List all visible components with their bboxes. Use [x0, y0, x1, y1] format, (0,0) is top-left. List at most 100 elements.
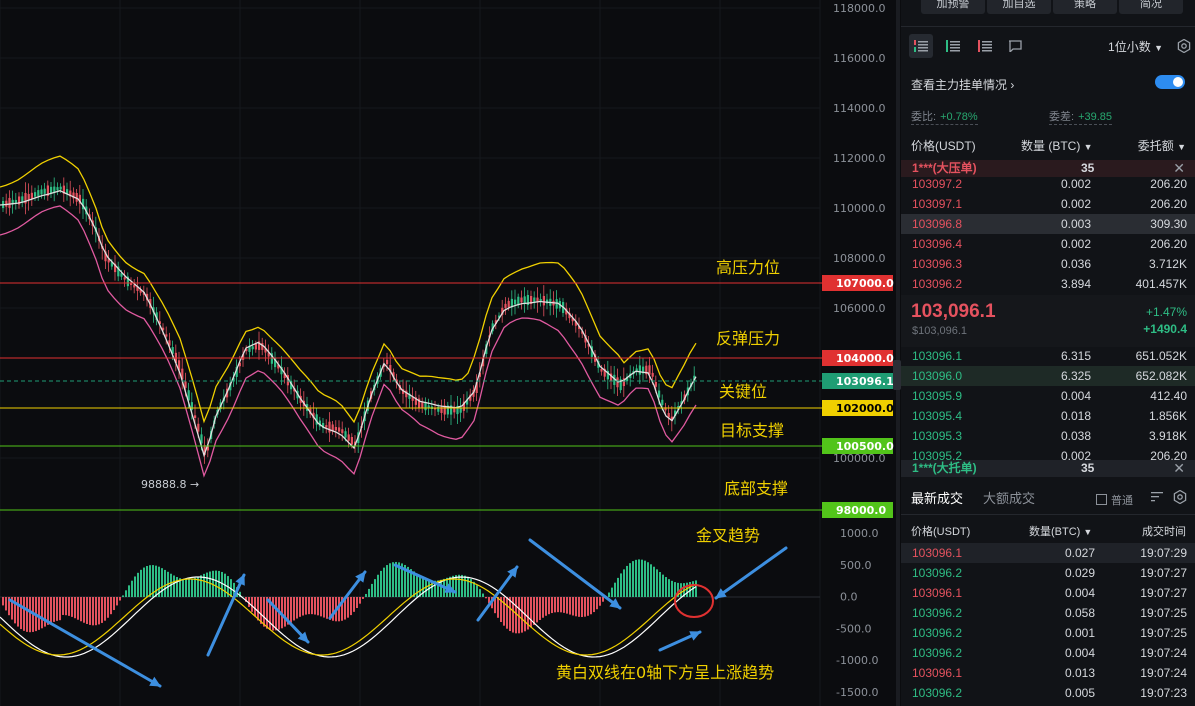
macd-axis-label: -1500.0 — [836, 686, 878, 699]
svg-text:103096.1: 103096.1 — [836, 375, 894, 388]
y-axis-label: 106000.0 — [833, 302, 886, 315]
price-chart[interactable]: 高压力位 反弹压力 关键位 目标支撑 底部支撑 金叉趋势 黄白双线在0轴下方呈上… — [0, 0, 896, 706]
ask-row[interactable]: 103096.3 0.036 3.712K — [901, 254, 1195, 274]
annotation-key-level: 关键位 — [719, 382, 767, 401]
y-axis-label: 108000.0 — [833, 252, 886, 265]
normal-checkbox[interactable]: 普通 — [1096, 492, 1133, 508]
filter-icon[interactable] — [1151, 491, 1163, 506]
ask-price: 103096.4 — [912, 237, 963, 251]
ask-row[interactable]: 103096.2 3.894 401.457K — [901, 274, 1195, 294]
annotation-high-pressure: 高压力位 — [716, 258, 780, 277]
ask-row[interactable]: 103097.1 0.002 206.20 — [901, 194, 1195, 214]
commission-diff: 委差: +39.85 — [1049, 108, 1113, 125]
book-header-total-label: 委托额 — [1137, 139, 1174, 153]
trade-time: 19:07:29 — [1140, 546, 1187, 560]
ask-row[interactable]: 103097.2 0.002 206.20 — [901, 174, 1195, 194]
ask-price: 103096.8 — [912, 217, 963, 231]
svg-text:102000.0: 102000.0 — [836, 402, 894, 415]
trade-row: 103096.1 0.027 19:07:29 — [901, 543, 1195, 563]
divider-line — [901, 514, 1195, 515]
y-axis-label: 118000.0 — [833, 2, 886, 15]
bid-row[interactable]: 103095.9 0.004 412.40 — [901, 386, 1195, 406]
chevron-down-icon: ▼ — [1154, 43, 1163, 53]
big-bid-count: 35 — [1081, 461, 1095, 475]
book-bids-icon[interactable] — [941, 34, 965, 58]
annotation-bottom-support: 底部支撑 — [724, 479, 788, 498]
svg-text:98000.0: 98000.0 — [836, 504, 886, 517]
ratio-value: +0.78% — [940, 111, 978, 123]
overview-button[interactable]: 简况 — [1119, 0, 1183, 14]
last-price-block: 103,096.1 $103,096.1 +1.47% +1490.4 — [901, 295, 1195, 347]
decimal-selector[interactable]: 1位小数 ▼ — [1108, 38, 1163, 55]
svg-text:107000.0: 107000.0 — [836, 277, 894, 290]
ask-price: 103097.2 — [912, 177, 963, 191]
bid-total: 1.856K — [1148, 409, 1187, 423]
macd-axis-label: 1000.0 — [840, 527, 879, 540]
bid-qty: 0.018 — [1060, 409, 1091, 423]
trade-qty: 0.027 — [1064, 546, 1095, 560]
trade-time: 19:07:23 — [1140, 686, 1187, 700]
caret-down-icon: ▼ — [1083, 142, 1093, 152]
trade-header-time: 成交时间 — [1142, 526, 1186, 538]
ask-qty: 0.002 — [1060, 177, 1091, 191]
chevron-right-icon: › — [1010, 78, 1015, 92]
big-bid-bar[interactable]: 1***(大托单) 35 ✕ — [901, 460, 1195, 477]
bid-qty: 6.325 — [1060, 369, 1091, 383]
bid-row[interactable]: 103096.1 6.315 651.052K — [901, 346, 1195, 366]
main-orders-toggle[interactable] — [1155, 75, 1185, 89]
caret-down-icon: ▼ — [1083, 527, 1093, 537]
book-header-total[interactable]: 委托额 ▼ — [1138, 137, 1186, 154]
tab-latest-trades[interactable]: 最新成交 — [911, 488, 963, 507]
change-percent: +1.47% — [1145, 305, 1187, 319]
bid-row[interactable]: 103095.4 0.018 1.856K — [901, 406, 1195, 426]
chart-pane[interactable]: 高压力位 反弹压力 关键位 目标支撑 底部支撑 金叉趋势 黄白双线在0轴下方呈上… — [0, 0, 896, 706]
trade-qty: 0.004 — [1064, 646, 1095, 660]
settings-gear-icon[interactable] — [1177, 38, 1191, 56]
macd-axis-label: -500.0 — [836, 622, 871, 635]
trade-settings-icon[interactable] — [1173, 489, 1187, 507]
trade-qty: 0.005 — [1064, 686, 1095, 700]
top-button-row: 加预警 加自选 策略 简况 — [901, 0, 1195, 16]
ask-price: 103097.1 — [912, 197, 963, 211]
ask-qty: 0.002 — [1060, 197, 1091, 211]
price-tag: 102000.0 — [822, 400, 894, 416]
ask-qty: 0.002 — [1060, 237, 1091, 251]
annotation-golden-cross: 金叉趋势 — [696, 526, 760, 545]
strategy-button[interactable]: 策略 — [1053, 0, 1117, 14]
trade-header-qty[interactable]: 数量(BTC) ▼ — [1029, 523, 1092, 539]
trade-price: 103096.1 — [912, 666, 963, 680]
bid-qty: 0.004 — [1060, 389, 1091, 403]
main-orders-link[interactable]: 查看主力挂单情况 › — [911, 76, 1187, 93]
big-bid-label: 1***(大托单) — [912, 461, 977, 475]
low-price-marker: 98888.8 → — [141, 478, 199, 491]
book-asks-icon[interactable] — [973, 34, 997, 58]
trade-qty: 0.058 — [1064, 606, 1095, 620]
trade-header-price: 价格(USDT) — [911, 526, 971, 538]
macd-axis-label: 500.0 — [840, 559, 872, 572]
trade-price: 103096.2 — [912, 626, 963, 640]
ask-row[interactable]: 103096.8 0.003 309.30 — [901, 214, 1195, 234]
panel-divider[interactable] — [896, 0, 900, 706]
collapse-handle[interactable] — [893, 360, 901, 390]
depth-chart-icon[interactable] — [1003, 34, 1027, 58]
trade-qty: 0.013 — [1064, 666, 1095, 680]
price-tag: 104000.0 — [822, 350, 894, 366]
trade-price: 103096.1 — [912, 546, 963, 560]
bid-row[interactable]: 103096.0 6.325 652.082K — [901, 366, 1195, 386]
close-icon[interactable]: ✕ — [1173, 460, 1185, 477]
bid-row[interactable]: 103095.3 0.038 3.918K — [901, 426, 1195, 446]
tab-large-trades[interactable]: 大额成交 — [983, 488, 1035, 507]
add-alert-button[interactable]: 加预警 — [921, 0, 985, 14]
book-header-qty[interactable]: 数量 (BTC) ▼ — [1021, 137, 1093, 154]
trade-row: 103096.2 0.001 19:07:25 — [901, 623, 1195, 643]
ask-price: 103096.3 — [912, 257, 963, 271]
trade-time: 19:07:24 — [1140, 666, 1187, 680]
book-both-icon[interactable] — [909, 34, 933, 58]
trade-qty: 0.029 — [1064, 566, 1095, 580]
ask-qty: 0.036 — [1060, 257, 1091, 271]
ask-row[interactable]: 103096.4 0.002 206.20 — [901, 234, 1195, 254]
add-favorite-button[interactable]: 加自选 — [987, 0, 1051, 14]
trade-qty: 0.001 — [1064, 626, 1095, 640]
trade-row: 103096.2 0.004 19:07:24 — [901, 643, 1195, 663]
ask-total: 309.30 — [1150, 217, 1187, 231]
